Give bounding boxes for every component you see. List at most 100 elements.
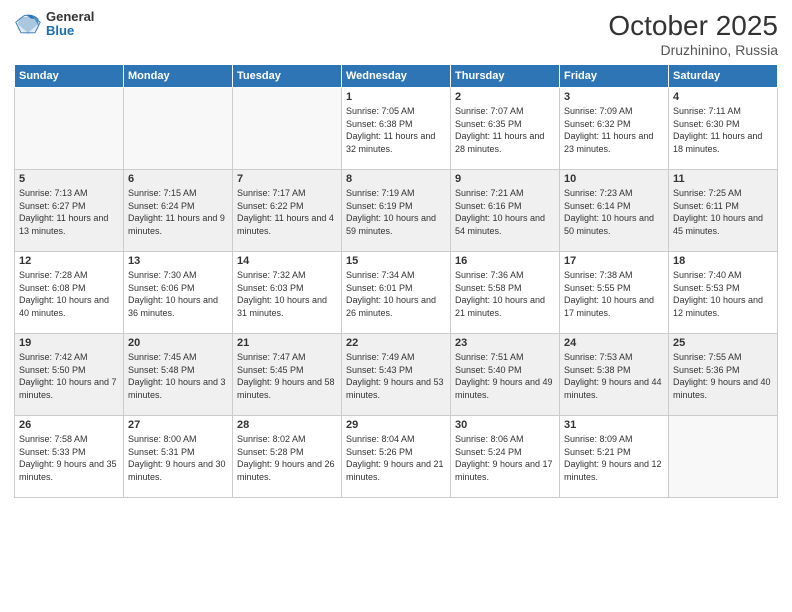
table-row: 10 Sunrise: 7:23 AMSunset: 6:14 PMDayligh…: [560, 170, 669, 252]
logo-text: General Blue: [46, 10, 94, 39]
cell-info: Sunrise: 7:55 AMSunset: 5:36 PMDaylight:…: [673, 351, 773, 401]
cell-info: Sunrise: 7:21 AMSunset: 6:16 PMDaylight:…: [455, 187, 555, 237]
cell-info: Sunrise: 7:11 AMSunset: 6:30 PMDaylight:…: [673, 105, 773, 155]
col-wednesday: Wednesday: [342, 65, 451, 88]
table-row: 19 Sunrise: 7:42 AMSunset: 5:50 PMDayligh…: [15, 334, 124, 416]
day-number: 18: [673, 255, 773, 267]
day-number: 29: [346, 419, 446, 431]
day-number: 7: [237, 173, 337, 185]
table-row: 12Sunrise: 7:28 AMSunset: 6:08 PMDayligh…: [15, 252, 124, 334]
cell-info: Sunrise: 7:58 AMSunset: 5:33 PMDaylight:…: [19, 433, 119, 483]
cell-info: Sunrise: 7:38 AMSunset: 5:55 PMDaylight:…: [564, 269, 664, 319]
table-row: 2Sunrise: 7:07 AMSunset: 6:35 PMDaylight…: [451, 88, 560, 170]
page-header: General Blue October 2025 Druzhinino, Ru…: [14, 10, 778, 58]
day-number: 2: [455, 91, 555, 103]
calendar-week-row: 26 Sunrise: 7:58 AMSunset: 5:33 PMDayligh…: [15, 416, 778, 498]
day-number: 17: [564, 255, 664, 267]
day-number: 31: [564, 419, 664, 431]
table-row: [669, 416, 778, 498]
table-row: [233, 88, 342, 170]
day-number: 9: [455, 173, 555, 185]
calendar-week-row: 12Sunrise: 7:28 AMSunset: 6:08 PMDayligh…: [15, 252, 778, 334]
day-number: 10: [564, 173, 664, 185]
table-row: 29 Sunrise: 8:04 AMSunset: 5:26 PMDayligh…: [342, 416, 451, 498]
col-friday: Friday: [560, 65, 669, 88]
day-number: 30: [455, 419, 555, 431]
cell-info: Sunrise: 7:45 AMSunset: 5:48 PMDaylight:…: [128, 351, 228, 401]
table-row: 4 Sunrise: 7:11 AMSunset: 6:30 PMDaylight…: [669, 88, 778, 170]
table-row: 6 Sunrise: 7:15 AMSunset: 6:24 PMDaylight…: [124, 170, 233, 252]
table-row: 1 Sunrise: 7:05 AMSunset: 6:38 PMDaylight…: [342, 88, 451, 170]
table-row: [124, 88, 233, 170]
col-monday: Monday: [124, 65, 233, 88]
day-number: 13: [128, 255, 228, 267]
table-row: 18 Sunrise: 7:40 AMSunset: 5:53 PMDayligh…: [669, 252, 778, 334]
cell-info: Sunrise: 7:53 AMSunset: 5:38 PMDaylight:…: [564, 351, 664, 401]
col-thursday: Thursday: [451, 65, 560, 88]
day-number: 23: [455, 337, 555, 349]
calendar-week-row: 19 Sunrise: 7:42 AMSunset: 5:50 PMDayligh…: [15, 334, 778, 416]
table-row: 15 Sunrise: 7:34 AMSunset: 6:01 PMDayligh…: [342, 252, 451, 334]
table-row: 11Sunrise: 7:25 AMSunset: 6:11 PMDayligh…: [669, 170, 778, 252]
table-row: 27 Sunrise: 8:00 AMSunset: 5:31 PMDayligh…: [124, 416, 233, 498]
cell-info: Sunrise: 7:32 AMSunset: 6:03 PMDaylight:…: [237, 269, 337, 319]
cell-info: Sunrise: 7:05 AMSunset: 6:38 PMDaylight:…: [346, 105, 446, 155]
day-number: 22: [346, 337, 446, 349]
page-container: General Blue October 2025 Druzhinino, Ru…: [0, 0, 792, 612]
calendar-week-row: 5Sunrise: 7:13 AMSunset: 6:27 PMDaylight…: [15, 170, 778, 252]
cell-info: Sunrise: 8:06 AMSunset: 5:24 PMDaylight:…: [455, 433, 555, 483]
cell-info: Sunrise: 7:42 AMSunset: 5:50 PMDaylight:…: [19, 351, 119, 401]
logo: General Blue: [14, 10, 94, 39]
day-number: 25: [673, 337, 773, 349]
day-number: 12: [19, 255, 119, 267]
table-row: 26 Sunrise: 7:58 AMSunset: 5:33 PMDayligh…: [15, 416, 124, 498]
day-number: 6: [128, 173, 228, 185]
cell-info: Sunrise: 7:15 AMSunset: 6:24 PMDaylight:…: [128, 187, 228, 237]
cell-info: Sunrise: 8:00 AMSunset: 5:31 PMDaylight:…: [128, 433, 228, 483]
day-number: 24: [564, 337, 664, 349]
day-number: 27: [128, 419, 228, 431]
cell-info: Sunrise: 8:04 AMSunset: 5:26 PMDaylight:…: [346, 433, 446, 483]
calendar-week-row: 1 Sunrise: 7:05 AMSunset: 6:38 PMDaylight…: [15, 88, 778, 170]
cell-info: Sunrise: 7:13 AMSunset: 6:27 PMDaylight:…: [19, 187, 119, 237]
table-row: 24 Sunrise: 7:53 AMSunset: 5:38 PMDayligh…: [560, 334, 669, 416]
table-row: 31 Sunrise: 8:09 AMSunset: 5:21 PMDayligh…: [560, 416, 669, 498]
table-row: 9 Sunrise: 7:21 AMSunset: 6:16 PMDaylight…: [451, 170, 560, 252]
cell-info: Sunrise: 7:49 AMSunset: 5:43 PMDaylight:…: [346, 351, 446, 401]
day-number: 15: [346, 255, 446, 267]
day-number: 4: [673, 91, 773, 103]
cell-info: Sunrise: 7:25 AMSunset: 6:11 PMDaylight:…: [673, 187, 773, 237]
table-row: 5Sunrise: 7:13 AMSunset: 6:27 PMDaylight…: [15, 170, 124, 252]
cell-info: Sunrise: 8:09 AMSunset: 5:21 PMDaylight:…: [564, 433, 664, 483]
cell-info: Sunrise: 7:34 AMSunset: 6:01 PMDaylight:…: [346, 269, 446, 319]
cell-info: Sunrise: 7:17 AMSunset: 6:22 PMDaylight:…: [237, 187, 337, 237]
logo-blue-text: Blue: [46, 24, 94, 38]
table-row: 25 Sunrise: 7:55 AMSunset: 5:36 PMDayligh…: [669, 334, 778, 416]
table-row: 23 Sunrise: 7:51 AMSunset: 5:40 PMDayligh…: [451, 334, 560, 416]
cell-info: Sunrise: 7:36 AMSunset: 5:58 PMDaylight:…: [455, 269, 555, 319]
table-row: 16 Sunrise: 7:36 AMSunset: 5:58 PMDayligh…: [451, 252, 560, 334]
table-row: [15, 88, 124, 170]
table-row: 22 Sunrise: 7:49 AMSunset: 5:43 PMDayligh…: [342, 334, 451, 416]
col-sunday: Sunday: [15, 65, 124, 88]
day-number: 16: [455, 255, 555, 267]
day-number: 28: [237, 419, 337, 431]
day-number: 19: [19, 337, 119, 349]
day-number: 26: [19, 419, 119, 431]
cell-info: Sunrise: 7:51 AMSunset: 5:40 PMDaylight:…: [455, 351, 555, 401]
table-row: 20Sunrise: 7:45 AMSunset: 5:48 PMDayligh…: [124, 334, 233, 416]
table-row: 7 Sunrise: 7:17 AMSunset: 6:22 PMDaylight…: [233, 170, 342, 252]
table-row: 14 Sunrise: 7:32 AMSunset: 6:03 PMDayligh…: [233, 252, 342, 334]
title-block: October 2025 Druzhinino, Russia: [608, 10, 778, 58]
cell-info: Sunrise: 7:30 AMSunset: 6:06 PMDaylight:…: [128, 269, 228, 319]
day-number: 14: [237, 255, 337, 267]
day-number: 1: [346, 91, 446, 103]
cell-info: Sunrise: 7:40 AMSunset: 5:53 PMDaylight:…: [673, 269, 773, 319]
table-row: 8Sunrise: 7:19 AMSunset: 6:19 PMDaylight…: [342, 170, 451, 252]
logo-icon: [14, 10, 42, 38]
cell-info: Sunrise: 7:23 AMSunset: 6:14 PMDaylight:…: [564, 187, 664, 237]
table-row: 28Sunrise: 8:02 AMSunset: 5:28 PMDayligh…: [233, 416, 342, 498]
logo-general-text: General: [46, 10, 94, 24]
col-tuesday: Tuesday: [233, 65, 342, 88]
day-number: 21: [237, 337, 337, 349]
